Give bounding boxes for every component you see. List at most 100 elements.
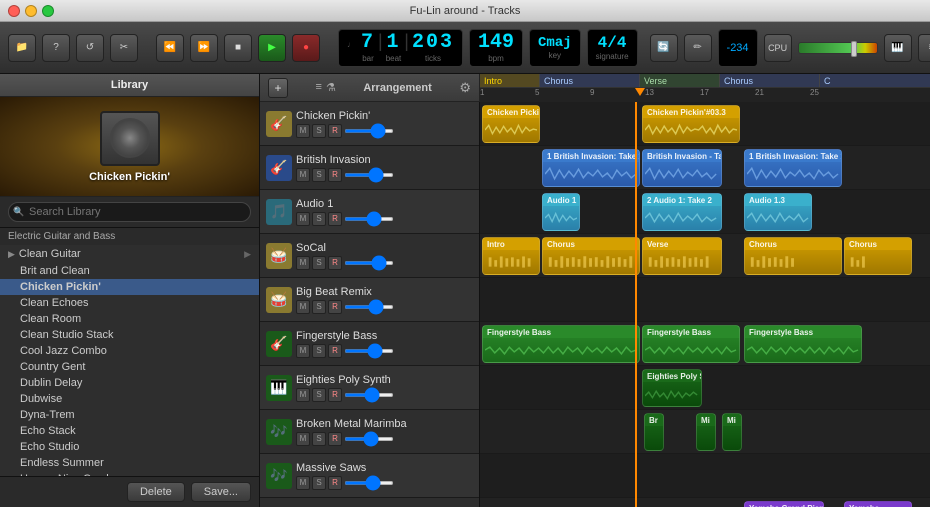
instrument-preview[interactable]: Chicken Pickin' (0, 97, 259, 197)
list-item-echo-studio[interactable]: Echo Studio (0, 439, 259, 455)
track-mute-btn-3[interactable]: M (296, 212, 310, 226)
track-solo-btn-8[interactable]: S (312, 432, 326, 446)
arrangement-settings-icon[interactable]: ⚙ (459, 80, 471, 96)
track-solo-btn-3[interactable]: S (312, 212, 326, 226)
track-volume-3[interactable] (344, 217, 394, 221)
clip-chicken-pickin-chorus2[interactable]: Chicken Pickin'#03.3 (642, 105, 740, 143)
clip-audio-1b[interactable]: 2 Audio 1: Take 2 (642, 193, 722, 231)
volume-bar[interactable] (798, 42, 878, 54)
cpu-button[interactable]: CPU (764, 34, 792, 62)
track-record-btn-8[interactable]: R (328, 432, 342, 446)
play-button[interactable]: ▶ (258, 34, 286, 62)
close-button[interactable] (8, 5, 20, 17)
track-solo-btn-2[interactable]: S (312, 168, 326, 182)
clip-socal-chorus3[interactable]: Chorus (844, 237, 912, 275)
record-button[interactable]: ● (292, 34, 320, 62)
clip-fingerstyle-chorus2[interactable]: Fingerstyle Bass (744, 325, 862, 363)
track-solo-btn-7[interactable]: S (312, 388, 326, 402)
list-icon[interactable]: ≡ (316, 81, 322, 94)
track-volume-6[interactable] (344, 349, 394, 353)
track-volume-5[interactable] (344, 305, 394, 309)
list-item-cool-jazz-combo[interactable]: Cool Jazz Combo (0, 343, 259, 359)
key-display[interactable]: Cmaj key (529, 29, 581, 67)
clip-socal-chorus2[interactable]: Chorus (744, 237, 842, 275)
track-record-btn-3[interactable]: R (328, 212, 342, 226)
track-record-btn-6[interactable]: R (328, 344, 342, 358)
track-solo-btn-5[interactable]: S (312, 300, 326, 314)
clip-socal-chorus[interactable]: Chorus (542, 237, 640, 275)
list-item-dyna-trem[interactable]: Dyna-Trem (0, 407, 259, 423)
rewind-button[interactable]: ⏪ (156, 34, 184, 62)
minimize-button[interactable] (25, 5, 37, 17)
import-button[interactable]: 📁 (8, 34, 36, 62)
clip-audio-1c[interactable]: Audio 1.3 (744, 193, 812, 231)
track-volume-7[interactable] (344, 393, 394, 397)
track-mute-btn-5[interactable]: M (296, 300, 310, 314)
track-record-btn-7[interactable]: R (328, 388, 342, 402)
clip-audio-1a[interactable]: Audio 1 (542, 193, 580, 231)
track-volume-1[interactable] (344, 129, 394, 133)
master-volume[interactable] (798, 42, 878, 54)
clip-socal-intro[interactable]: Intro (482, 237, 540, 275)
clip-fingerstyle-intro-chorus[interactable]: Fingerstyle Bass (482, 325, 640, 363)
list-item-clean-room[interactable]: Clean Room (0, 311, 259, 327)
clip-socal-verse[interactable]: Verse (642, 237, 722, 275)
track-volume-2[interactable] (344, 173, 394, 177)
track-solo-btn-1[interactable]: S (312, 124, 326, 138)
track-volume-9[interactable] (344, 481, 394, 485)
clip-british-invasion-3[interactable]: 1 British Invasion: Take 1 (744, 149, 842, 187)
timeline-body[interactable]: Chicken Pickin'#03.3 Chicken Pickin'#03.… (480, 102, 930, 507)
clip-eighties-poly-1[interactable]: Eighties Poly Syn (642, 369, 702, 407)
list-item-endless-summer[interactable]: Endless Summer (0, 455, 259, 471)
list-item-echo-stack[interactable]: Echo Stack (0, 423, 259, 439)
list-item-clean-echoes[interactable]: Clean Echoes (0, 295, 259, 311)
track-mute-btn-4[interactable]: M (296, 256, 310, 270)
track-mute-btn-7[interactable]: M (296, 388, 310, 402)
list-item-country-gent[interactable]: Country Gent (0, 359, 259, 375)
piano-button[interactable]: 🎹 (884, 34, 912, 62)
clip-broken-metal-1[interactable]: Br (644, 413, 664, 451)
clip-fingerstyle-verse[interactable]: Fingerstyle Bass (642, 325, 740, 363)
list-item-brit-and-clean[interactable]: Brit and Clean (0, 263, 259, 279)
clip-broken-metal-2[interactable]: Mi (696, 413, 716, 451)
clip-yamaha-2[interactable]: Yamaha (844, 501, 912, 507)
track-volume-8[interactable] (344, 437, 394, 441)
pencil-button[interactable]: ✏ (684, 34, 712, 62)
position-display[interactable]: ♩ 7 bar | 1 beat | 203 ticks (338, 29, 463, 67)
list-item-dubwise[interactable]: Dubwise (0, 391, 259, 407)
forward-button[interactable]: ⏩ (190, 34, 218, 62)
save-button[interactable]: Save... (191, 482, 251, 502)
clip-broken-metal-3[interactable]: Mi (722, 413, 742, 451)
track-mute-btn-9[interactable]: M (296, 476, 310, 490)
scissors-button[interactable]: ✂ (110, 34, 138, 62)
track-record-btn-5[interactable]: R (328, 300, 342, 314)
list-item-chicken-pickin[interactable]: Chicken Pickin' (0, 279, 259, 295)
track-volume-4[interactable] (344, 261, 394, 265)
list-item-clean-studio-stack[interactable]: Clean Studio Stack (0, 327, 259, 343)
search-input[interactable] (8, 202, 251, 222)
track-solo-btn-6[interactable]: S (312, 344, 326, 358)
clip-british-invasion-2[interactable]: British Invasion - Take 5 (642, 149, 722, 187)
help-button[interactable]: ? (42, 34, 70, 62)
track-mute-btn-8[interactable]: M (296, 432, 310, 446)
track-record-btn-4[interactable]: R (328, 256, 342, 270)
maximize-button[interactable] (42, 5, 54, 17)
track-record-btn-2[interactable]: R (328, 168, 342, 182)
filter-icon[interactable]: ⚗ (326, 81, 336, 94)
list-item-dublin-delay[interactable]: Dublin Delay (0, 375, 259, 391)
track-record-btn-9[interactable]: R (328, 476, 342, 490)
sync-button[interactable]: 🔄 (650, 34, 678, 62)
track-solo-btn-4[interactable]: S (312, 256, 326, 270)
time-sig-display[interactable]: 4/4 signature (587, 29, 638, 67)
clip-yamaha-1[interactable]: Yamaha Grand Piano (744, 501, 824, 507)
tempo-display[interactable]: 149 bpm (469, 29, 523, 67)
track-mute-btn-2[interactable]: M (296, 168, 310, 182)
volume-handle[interactable] (851, 41, 857, 57)
loop-button[interactable]: ↺ (76, 34, 104, 62)
zoom-display[interactable]: -234 (718, 29, 758, 67)
sidebar-item-clean-guitar[interactable]: ▶ Clean Guitar ▶ (0, 245, 259, 263)
stop-button[interactable]: ■ (224, 34, 252, 62)
track-mute-btn-6[interactable]: M (296, 344, 310, 358)
clip-british-invasion-1[interactable]: 1 British Invasion: Take 1 (542, 149, 640, 187)
track-mute-btn-1[interactable]: M (296, 124, 310, 138)
